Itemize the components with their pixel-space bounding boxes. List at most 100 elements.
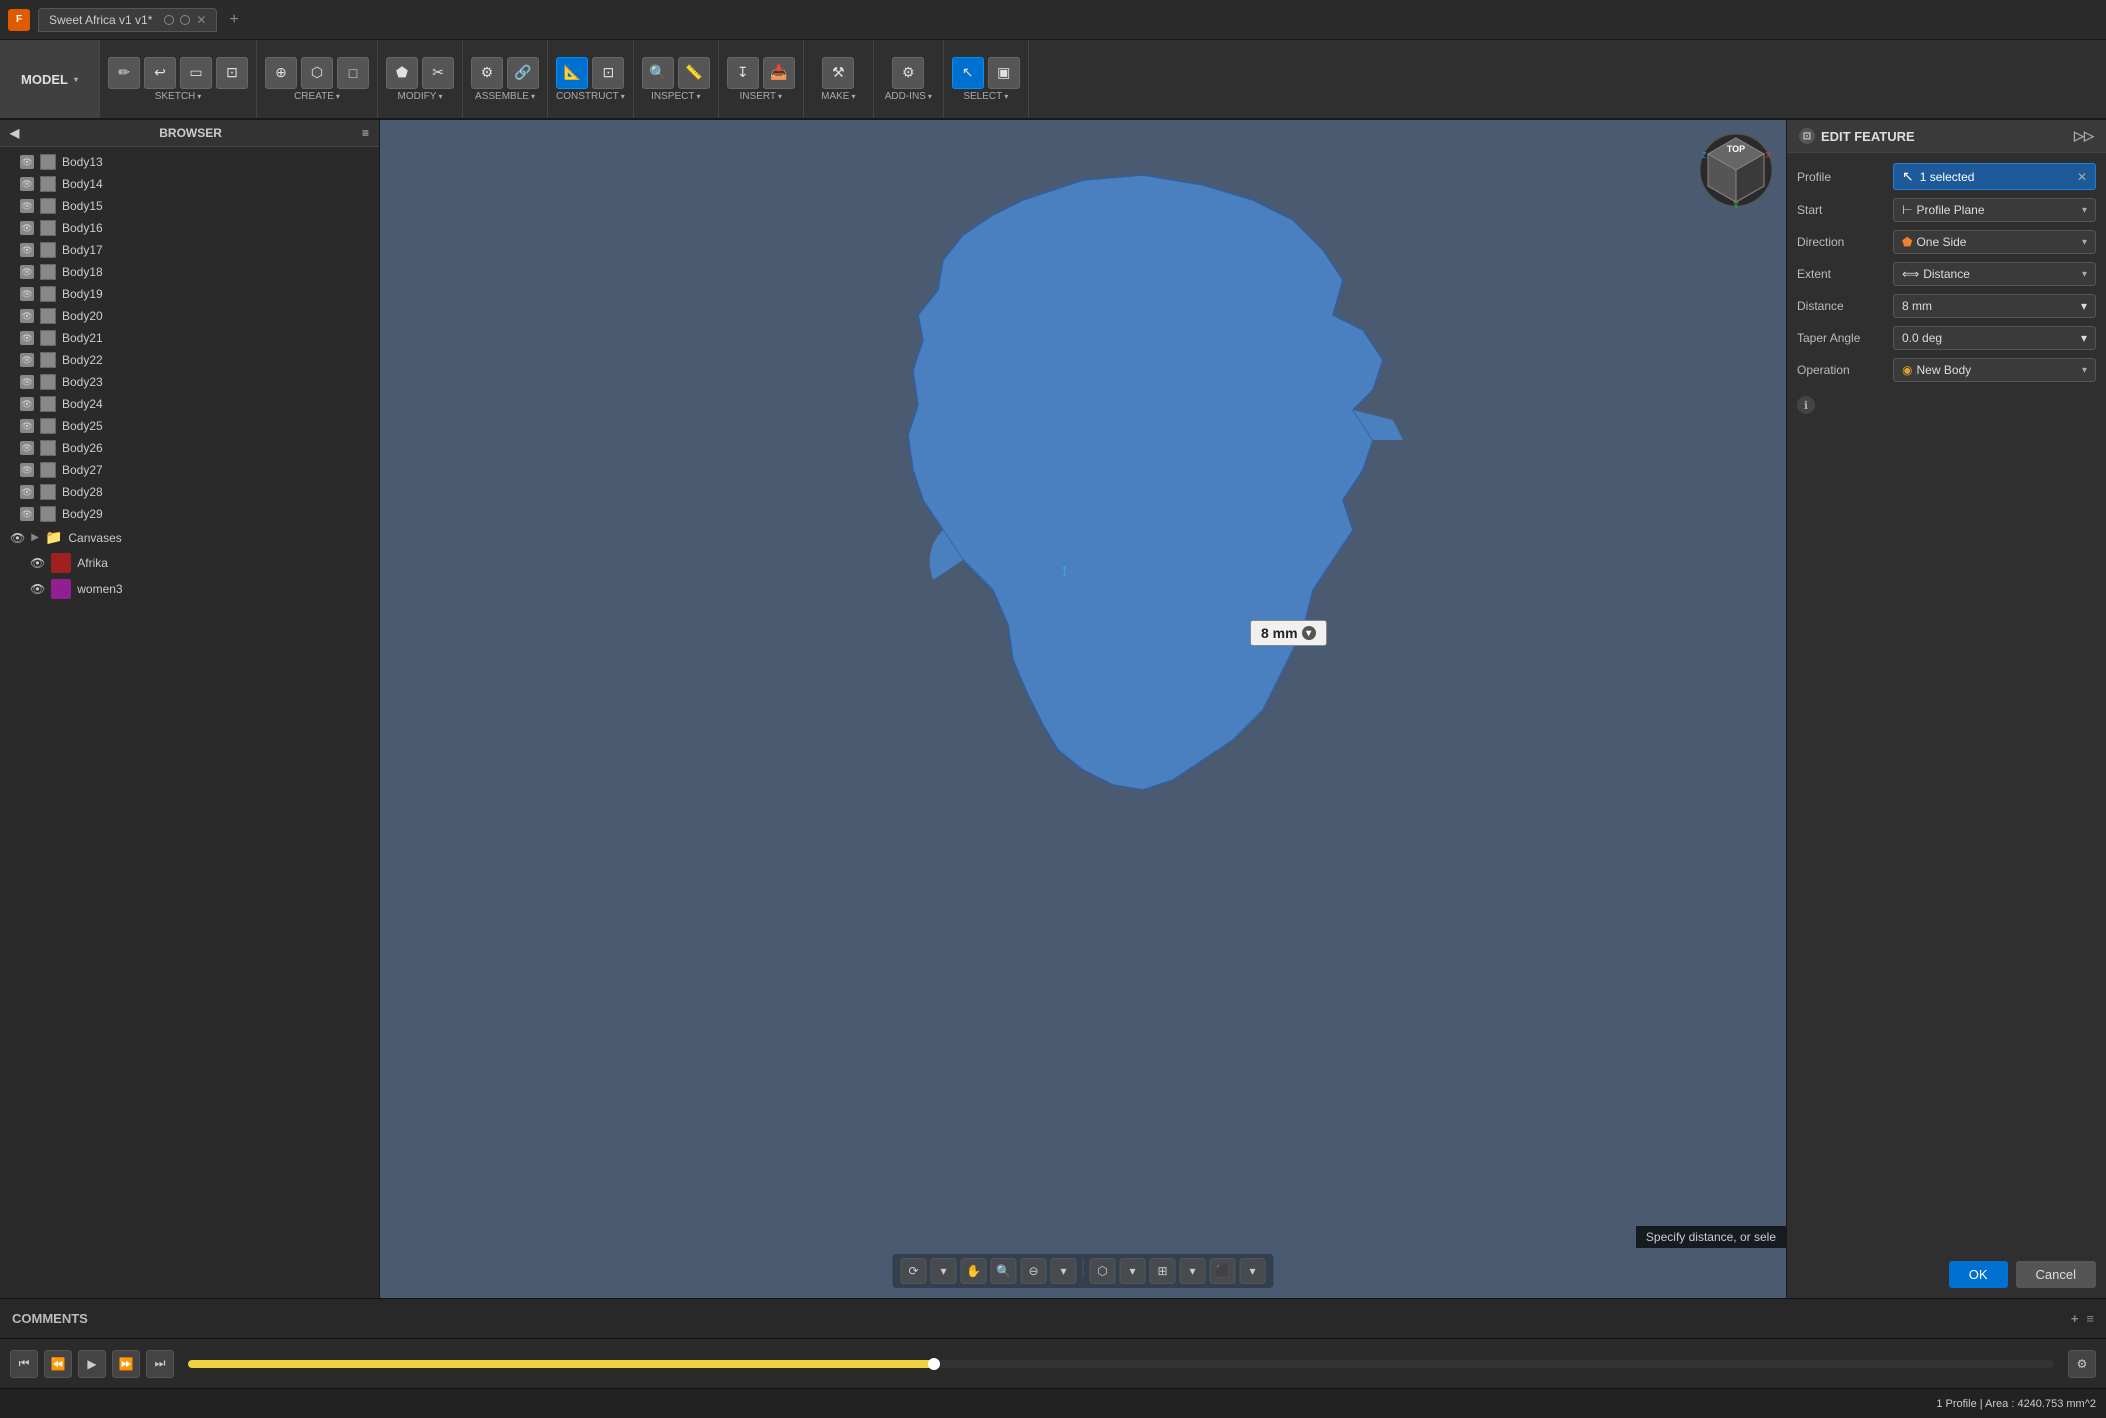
profile-field[interactable]: ↖ 1 selected ✕ (1893, 163, 2096, 190)
orbit-tool[interactable]: ⟳ (901, 1258, 927, 1284)
zoom-dropdown[interactable]: ▾ (1051, 1258, 1077, 1284)
operation-field[interactable]: ◉ New Body ▾ (1893, 358, 2096, 382)
orbit-dropdown[interactable]: ▾ (931, 1258, 957, 1284)
list-item[interactable]: 👁 Body19 (0, 283, 379, 305)
extent-field[interactable]: ⟺ Distance ▾ (1893, 262, 2096, 286)
list-item[interactable]: 👁 Body15 (0, 195, 379, 217)
list-item[interactable]: 👁 Body28 (0, 481, 379, 503)
visibility-icon[interactable]: 👁 (20, 485, 34, 499)
inspect-tool-2[interactable]: 📏 (678, 57, 710, 89)
canvases-folder[interactable]: 👁 ▶ 📁 Canvases (0, 525, 379, 550)
expand-icon[interactable]: ▷▷ (2074, 128, 2094, 144)
inspect-tool-1[interactable]: 🔍 (642, 57, 674, 89)
folder-collapse-icon[interactable]: ▶ (31, 532, 39, 543)
select-tool-2[interactable]: ▣ (988, 57, 1020, 89)
timeline[interactable] (188, 1360, 2054, 1368)
distance-badge-arrow[interactable]: ▾ (1302, 626, 1316, 640)
visibility-icon[interactable]: 👁 (20, 397, 34, 411)
playback-prev-button[interactable]: ⏪ (44, 1350, 72, 1378)
list-item[interactable]: 👁 Body16 (0, 217, 379, 239)
visibility-icon[interactable]: 👁 (20, 507, 34, 521)
visibility-icon[interactable]: 👁 (20, 463, 34, 477)
comments-add-icon[interactable]: + (2071, 1311, 2079, 1326)
list-item[interactable]: 👁 Body26 (0, 437, 379, 459)
taper-field[interactable]: 0.0 deg ▾ (1893, 326, 2096, 350)
visibility-icon[interactable]: 👁 (20, 353, 34, 367)
create-tool-1[interactable]: ⊕ (265, 57, 297, 89)
insert-label[interactable]: INSERT ▾ (740, 91, 783, 102)
assemble-tool-1[interactable]: ⚙ (471, 57, 503, 89)
info-icon[interactable]: ℹ (1797, 396, 1815, 414)
sketch-tool-4[interactable]: ⊡ (216, 57, 248, 89)
visibility-icon[interactable]: 👁 (20, 199, 34, 213)
addins-label[interactable]: ADD-INS ▾ (885, 91, 932, 102)
visibility-icon[interactable]: 👁 (20, 331, 34, 345)
visibility-icon[interactable]: 👁 (20, 309, 34, 323)
timeline-thumb[interactable] (928, 1358, 940, 1370)
list-item[interactable]: 👁 Body27 (0, 459, 379, 481)
visibility-icon[interactable]: 👁 (20, 155, 34, 169)
sketch-label[interactable]: SKETCH ▾ (155, 91, 202, 102)
make-tool-1[interactable]: ⚒ (822, 57, 854, 89)
playback-play-button[interactable]: ▶ (78, 1350, 106, 1378)
assemble-label[interactable]: ASSEMBLE ▾ (475, 91, 535, 102)
list-item[interactable]: 👁 Body29 (0, 503, 379, 525)
list-item[interactable]: 👁 Body23 (0, 371, 379, 393)
addins-tool-1[interactable]: ⚙ (892, 57, 924, 89)
modify-label[interactable]: MODIFY ▾ (398, 91, 443, 102)
ok-button[interactable]: OK (1949, 1261, 2008, 1288)
visibility-icon[interactable]: 👁 (20, 265, 34, 279)
list-item[interactable]: 👁 Body24 (0, 393, 379, 415)
tab-close[interactable]: ✕ (196, 13, 206, 27)
insert-tool-2[interactable]: 📥 (763, 57, 795, 89)
list-item[interactable]: 👁 Body21 (0, 327, 379, 349)
display-mode-tool[interactable]: ⬡ (1090, 1258, 1116, 1284)
assemble-tool-2[interactable]: 🔗 (507, 57, 539, 89)
visibility-icon[interactable]: 👁 (20, 221, 34, 235)
direction-field[interactable]: ⬟ One Side ▾ (1893, 230, 2096, 254)
make-label[interactable]: MAKE ▾ (821, 91, 855, 102)
construct-tool-1[interactable]: 📐 (556, 57, 588, 89)
select-tool-1[interactable]: ↖ (952, 57, 984, 89)
zoom-in-tool[interactable]: 🔍 (991, 1258, 1017, 1284)
app-tab[interactable]: Sweet Africa v1 v1* ✕ (38, 8, 217, 32)
list-item[interactable]: 👁 Afrika (0, 550, 379, 576)
visibility-icon[interactable]: 👁 (30, 582, 45, 596)
list-item[interactable]: 👁 Body22 (0, 349, 379, 371)
zoom-out-tool[interactable]: ⊖ (1021, 1258, 1047, 1284)
start-field[interactable]: ⊢ Profile Plane ▾ (1893, 198, 2096, 222)
pan-tool[interactable]: ✋ (961, 1258, 987, 1284)
visibility-icon[interactable]: 👁 (10, 531, 25, 545)
list-item[interactable]: 👁 Body14 (0, 173, 379, 195)
insert-tool-1[interactable]: ↧ (727, 57, 759, 89)
list-item[interactable]: 👁 women3 (0, 576, 379, 602)
list-item[interactable]: 👁 Body17 (0, 239, 379, 261)
playback-first-button[interactable]: ⏮ (10, 1350, 38, 1378)
cancel-button[interactable]: Cancel (2016, 1261, 2096, 1288)
browser-menu-icon[interactable]: ≡ (362, 126, 369, 140)
visibility-icon[interactable]: 👁 (20, 441, 34, 455)
playback-last-button[interactable]: ⏭ (146, 1350, 174, 1378)
create-tool-2[interactable]: ⬡ (301, 57, 333, 89)
list-item[interactable]: 👁 Body20 (0, 305, 379, 327)
list-item[interactable]: 👁 Body18 (0, 261, 379, 283)
list-item[interactable]: 👁 Body25 (0, 415, 379, 437)
visibility-icon[interactable]: 👁 (30, 556, 45, 570)
view-dropdown[interactable]: ▾ (1240, 1258, 1266, 1284)
visibility-icon[interactable]: 👁 (20, 177, 34, 191)
view-cube-tool[interactable]: ⬛ (1210, 1258, 1236, 1284)
modify-tool-2[interactable]: ✂ (422, 57, 454, 89)
visibility-icon[interactable]: 👁 (20, 375, 34, 389)
visibility-icon[interactable]: 👁 (20, 243, 34, 257)
sketch-tool-1[interactable]: ✏ (108, 57, 140, 89)
construct-tool-2[interactable]: ⊡ (592, 57, 624, 89)
modify-tool-1[interactable]: ⬟ (386, 57, 418, 89)
construct-label[interactable]: CONSTRUCT ▾ (556, 91, 625, 102)
create-label[interactable]: CREATE ▾ (294, 91, 340, 102)
add-tab-button[interactable]: + (229, 11, 238, 29)
browser-collapse-icon[interactable]: ◀ (10, 126, 19, 140)
list-item[interactable]: 👁 Body13 (0, 151, 379, 173)
distance-field[interactable]: 8 mm ▾ (1893, 294, 2096, 318)
comments-collapse-icon[interactable]: ≡ (2086, 1311, 2094, 1326)
select-label[interactable]: SELECT ▾ (963, 91, 1008, 102)
